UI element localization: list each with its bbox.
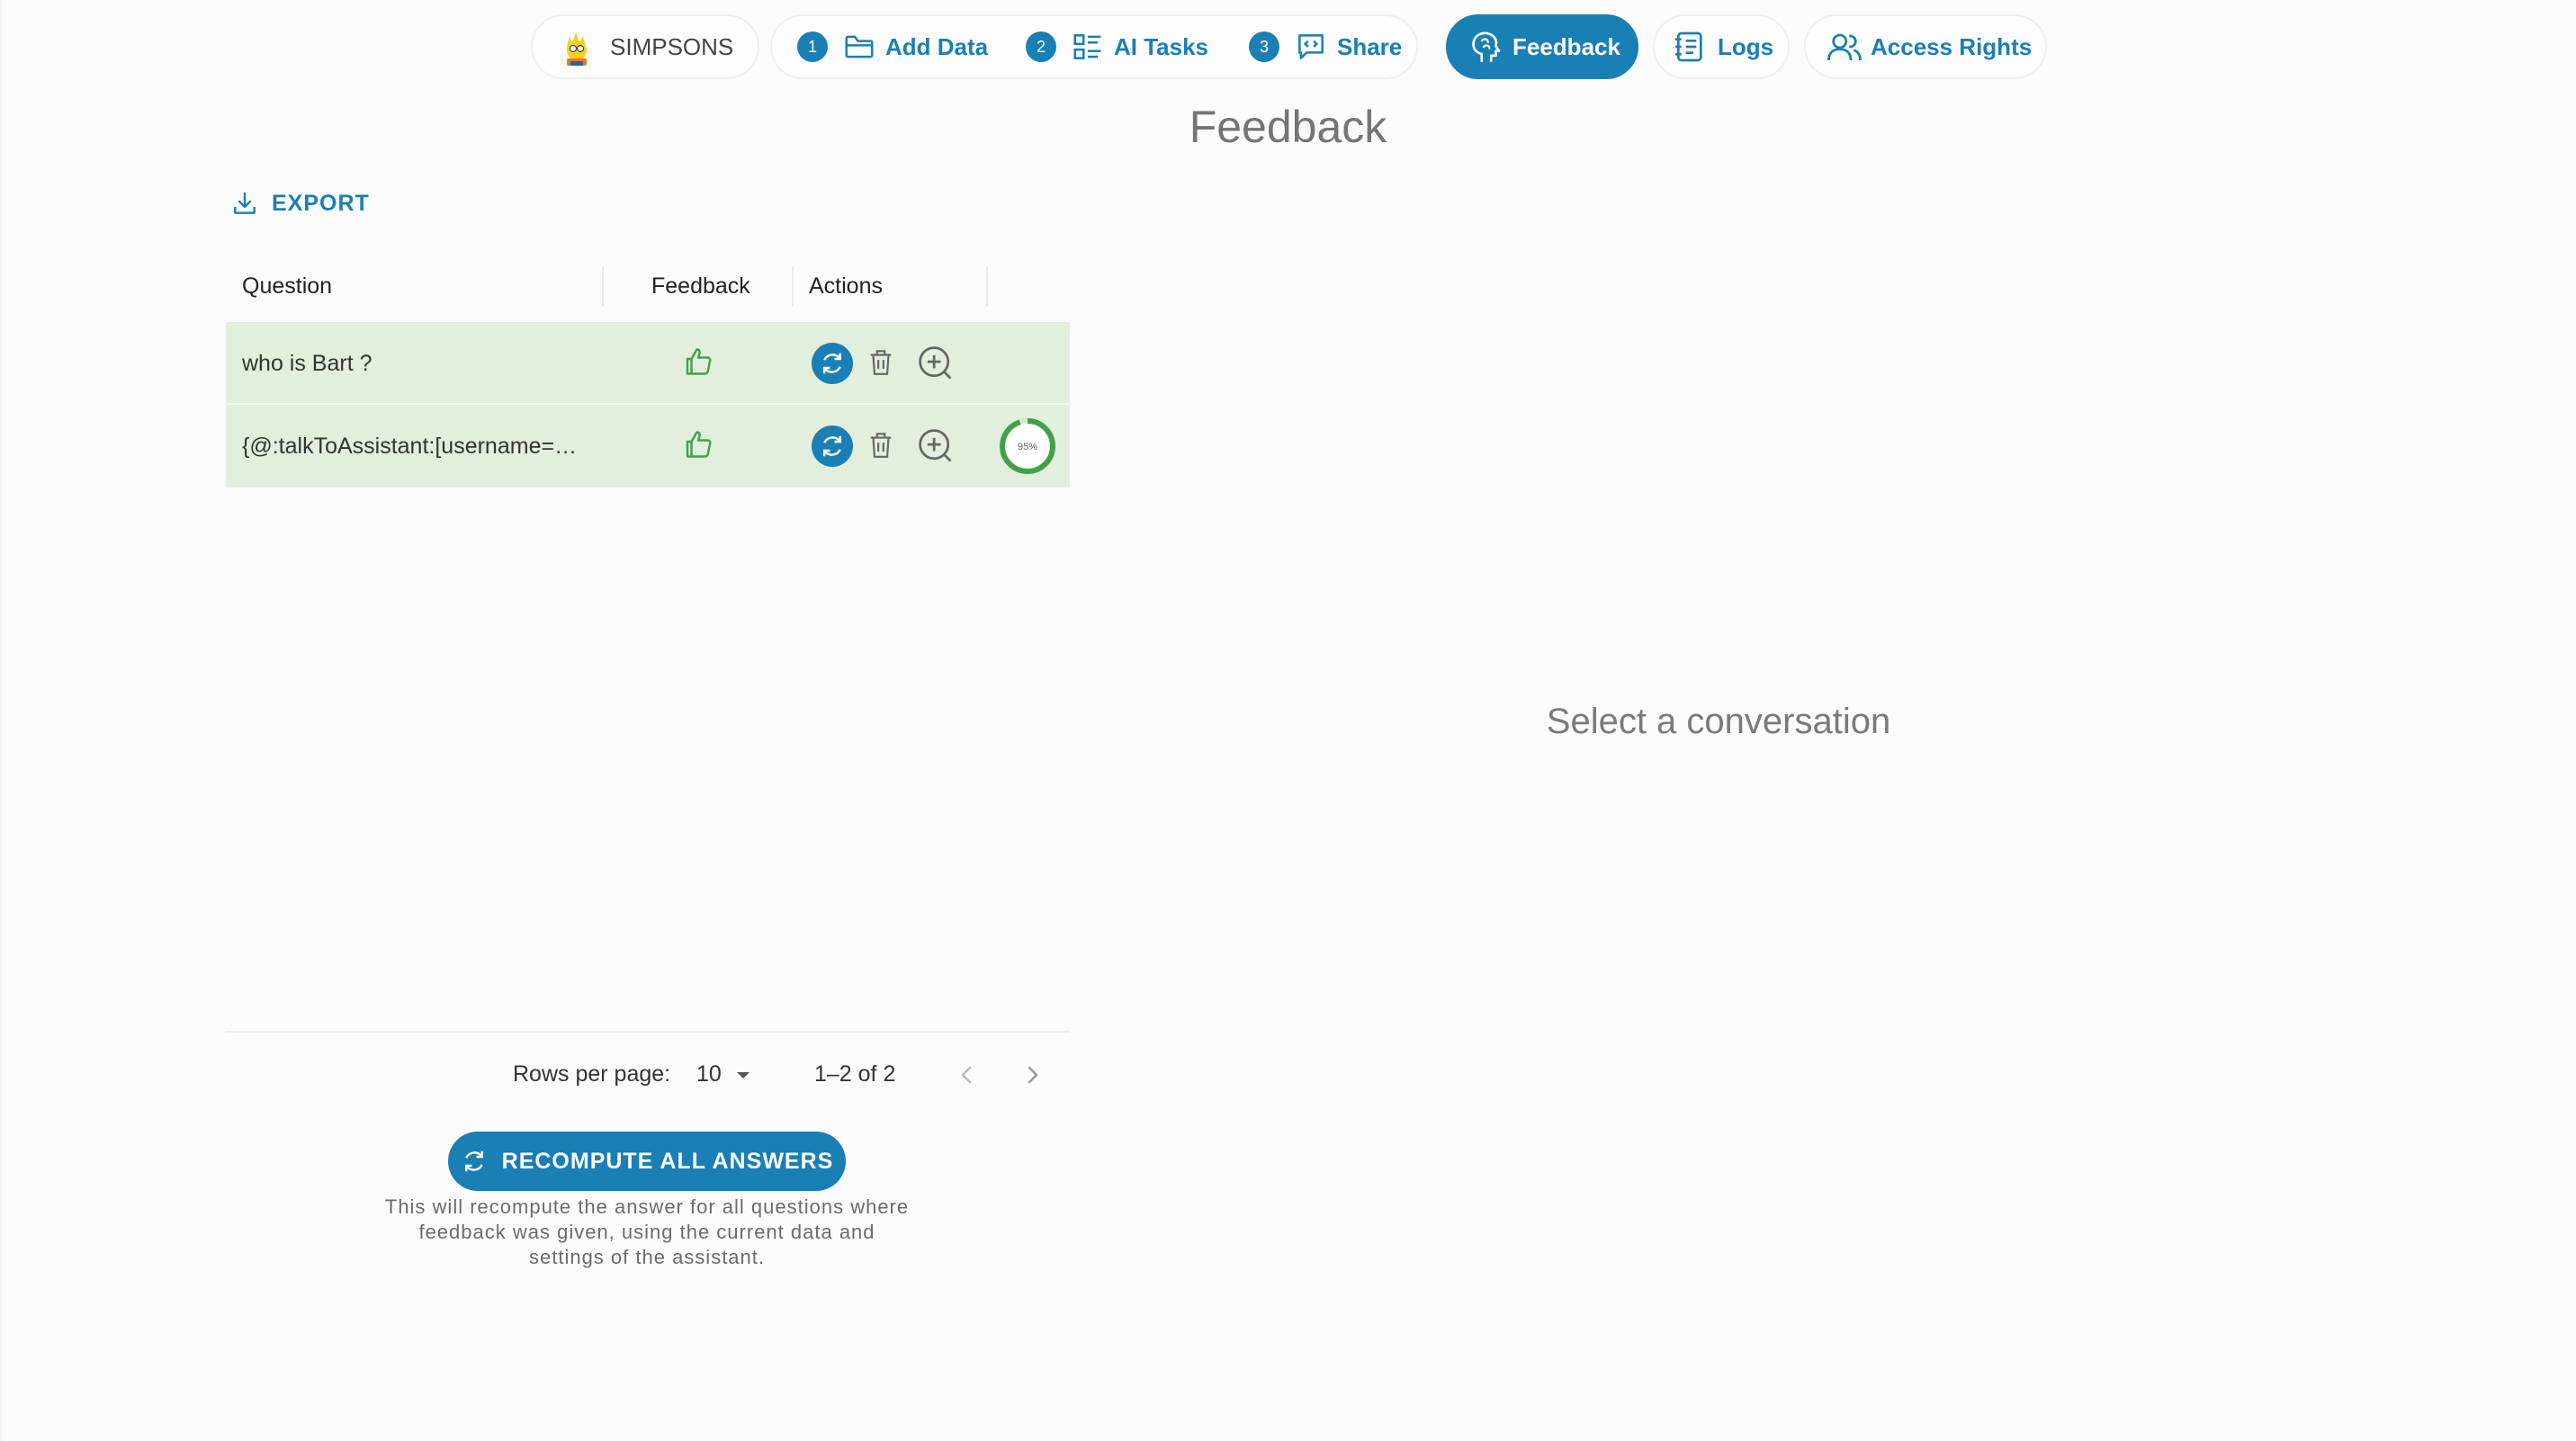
- tab-feedback-label: Feedback: [1512, 32, 1620, 60]
- add-comment-icon[interactable]: [916, 344, 956, 383]
- tab-access-rights[interactable]: Access Rights: [1804, 14, 2047, 79]
- tab-logs[interactable]: Logs: [1653, 14, 1790, 79]
- step-number: 3: [1249, 31, 1279, 62]
- simpsons-avatar-icon: [567, 32, 587, 66]
- pagination-divider: [226, 1031, 1070, 1033]
- column-separator: [792, 266, 794, 306]
- recompute-note-line: settings of the assistant.: [528, 1246, 766, 1268]
- download-icon: [234, 192, 256, 214]
- tab-access-rights-label: Access Rights: [1871, 32, 2033, 60]
- step-add-data[interactable]: 1 Add Data: [797, 30, 988, 64]
- export-button[interactable]: EXPORT: [230, 189, 370, 218]
- tab-logs-label: Logs: [1718, 32, 1774, 60]
- chevron-down-icon: [736, 1071, 749, 1079]
- recompute-answer-button[interactable]: [812, 343, 853, 384]
- column-header-actions[interactable]: Actions: [809, 250, 883, 322]
- assistant-name-chip[interactable]: SIMPSONS: [531, 14, 759, 79]
- score-progress-label: 95%: [1018, 442, 1037, 452]
- tasks-icon: [1073, 34, 1101, 59]
- column-separator: [986, 266, 988, 306]
- score-progress-ring: 95%: [1000, 418, 1055, 474]
- step-number: 2: [1026, 31, 1056, 62]
- step-share[interactable]: 3 Share: [1249, 30, 1402, 64]
- recompute-note-line: This will recompute the answer for all q…: [384, 1195, 910, 1218]
- rows-per-page-select[interactable]: 10: [696, 1061, 752, 1087]
- recompute-note: This will recompute the answer for all q…: [360, 1195, 934, 1270]
- refresh-icon: [823, 353, 841, 374]
- table-header: Question Feedback Actions: [226, 250, 1070, 322]
- page-title: Feedback: [1189, 102, 1387, 152]
- rows-per-page-label: Rows per page:: [513, 1061, 671, 1087]
- tab-feedback[interactable]: Feedback: [1446, 14, 1638, 79]
- thumbs-up-icon[interactable]: [682, 428, 714, 461]
- column-header-question[interactable]: Question: [242, 250, 332, 322]
- step-label: Add Data: [885, 32, 989, 60]
- step-label: Share: [1337, 32, 1403, 60]
- next-page-icon[interactable]: [1019, 1061, 1046, 1088]
- export-label: EXPORT: [272, 190, 370, 216]
- empty-state-message: Select a conversation: [1546, 702, 1891, 741]
- workflow-steps: 1 Add Data 2 AI Tasks 3 Share: [770, 14, 1418, 79]
- delete-icon[interactable]: [866, 429, 896, 461]
- rows-per-page-value: 10: [696, 1061, 722, 1087]
- step-number: 1: [797, 31, 828, 62]
- logs-icon: [1675, 31, 1702, 62]
- question-cell: {@:talkToAssistant:[username=…: [242, 434, 578, 459]
- refresh-icon: [823, 435, 841, 457]
- left-border: [0, 0, 2, 1441]
- previous-page-icon[interactable]: [954, 1061, 981, 1088]
- recompute-note-line: feedback was given, using the current da…: [418, 1221, 875, 1243]
- column-separator: [602, 266, 604, 306]
- pagination-range: 1–2 of 2: [814, 1061, 896, 1087]
- step-label: AI Tasks: [1114, 32, 1209, 60]
- delete-icon[interactable]: [866, 346, 896, 379]
- recompute-answer-button[interactable]: [812, 425, 853, 467]
- table-row[interactable]: who is Bart ?: [226, 322, 1070, 405]
- table-row[interactable]: {@:talkToAssistant:[username=… 95%: [226, 405, 1070, 488]
- folder-icon: [845, 35, 874, 58]
- assistant-name: SIMPSONS: [610, 32, 734, 60]
- users-icon: [1827, 33, 1862, 61]
- refresh-icon: [464, 1150, 483, 1172]
- step-ai-tasks[interactable]: 2 AI Tasks: [1026, 30, 1208, 64]
- thumbs-up-icon[interactable]: [682, 345, 714, 378]
- brain-feedback-icon: [1472, 31, 1501, 62]
- question-cell: who is Bart ?: [242, 351, 372, 376]
- column-header-feedback[interactable]: Feedback: [651, 250, 750, 322]
- recompute-all-label: RECOMPUTE ALL ANSWERS: [501, 1148, 834, 1174]
- share-icon: [1298, 34, 1324, 59]
- recompute-all-button[interactable]: RECOMPUTE ALL ANSWERS: [448, 1132, 846, 1191]
- add-comment-icon[interactable]: [916, 426, 956, 466]
